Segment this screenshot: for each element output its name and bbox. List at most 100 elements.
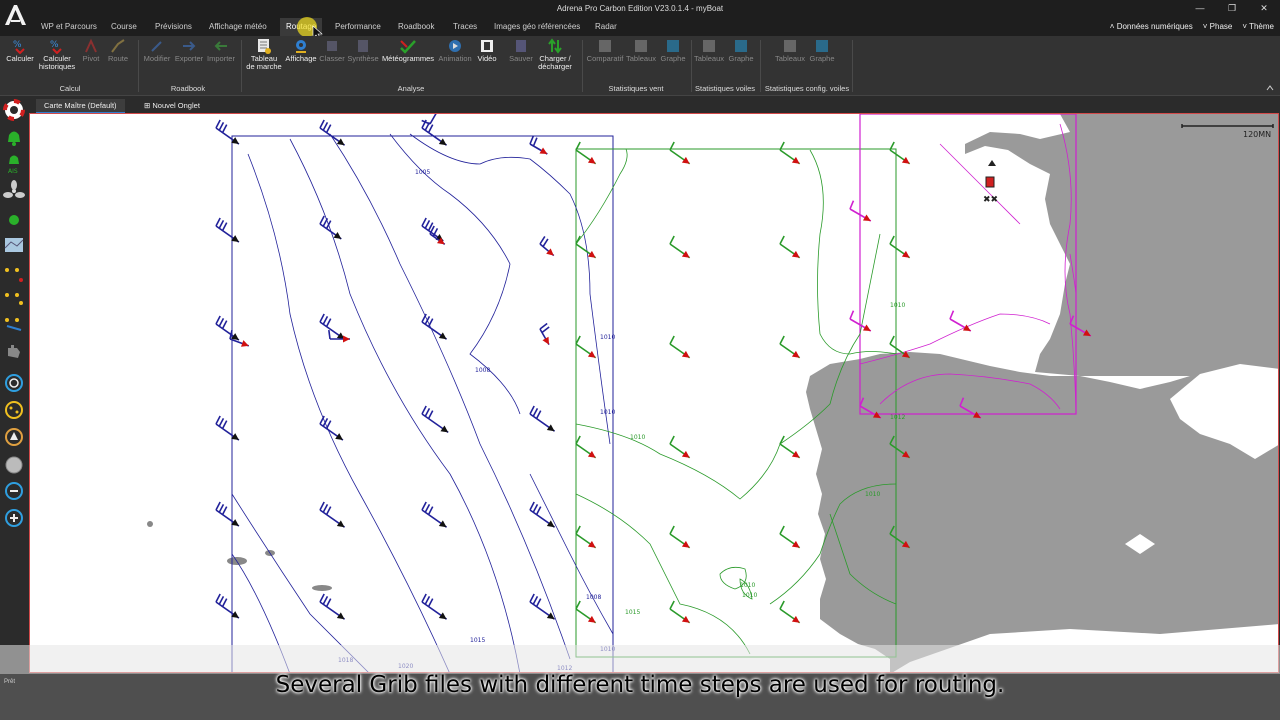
lifebuoy-icon[interactable] xyxy=(3,99,25,121)
maximize-button[interactable]: ❐ xyxy=(1216,0,1248,18)
video-caption: Several Grib files with different time s… xyxy=(275,672,1005,698)
modifier-button[interactable]: Modifier xyxy=(140,38,174,63)
close-button[interactable]: ✕ xyxy=(1248,0,1280,18)
tab-roadbook[interactable]: Roadbook xyxy=(392,18,440,36)
app-logo[interactable] xyxy=(0,0,30,30)
land-france xyxy=(965,114,1278,376)
route-icon xyxy=(110,38,126,54)
wind-barb xyxy=(319,593,346,620)
affichage-button[interactable]: Affichage xyxy=(283,38,319,63)
tab-nouvel-onglet[interactable]: ⊞ Nouvel Onglet xyxy=(136,99,208,114)
animation-button[interactable]: Animation xyxy=(436,38,474,63)
wind-barbs-grib-1 xyxy=(215,114,556,620)
tab-carte-maitre[interactable]: Carte Maître (Default) xyxy=(36,99,125,114)
zoom-in-icon[interactable] xyxy=(3,507,25,529)
donnees-numeriques-menu[interactable]: ˄ Données numériques xyxy=(1110,18,1193,36)
zoom-area-icon[interactable] xyxy=(3,372,25,394)
group-label-stats-config: Statistiques config. voiles xyxy=(764,84,850,93)
tab-previsions[interactable]: Prévisions xyxy=(149,18,198,36)
wind-barb xyxy=(421,114,437,125)
boat-marker[interactable]: ✖✖ xyxy=(983,160,998,205)
calculer-button[interactable]: % Calculer xyxy=(3,38,37,63)
tableaux-voiles-button[interactable]: Tableaux xyxy=(693,38,725,63)
graphe-vent-button[interactable]: Graphe xyxy=(657,38,689,63)
chevron-up-icon: ˄ xyxy=(1109,22,1117,31)
group-label-calcul: Calcul xyxy=(59,84,81,93)
pivot-button[interactable]: Pivot xyxy=(78,38,104,63)
title-bar: Adrena Pro Carbon Edition V23.0.1.4 - my… xyxy=(0,0,1280,18)
wind-barb xyxy=(575,235,597,259)
wind-barb xyxy=(215,501,240,527)
ais-alarm-icon[interactable]: AIS xyxy=(3,152,25,174)
wind-barb xyxy=(215,217,240,243)
play-icon xyxy=(447,38,463,54)
zoom-boat-icon[interactable] xyxy=(3,426,25,448)
charger-decharger-button[interactable]: Charger / décharger xyxy=(534,38,576,71)
waypoints-red-icon[interactable] xyxy=(3,262,25,284)
tableau-de-marche-button[interactable]: Tableau de marche xyxy=(244,38,284,71)
sauver-button[interactable]: Sauver xyxy=(506,38,536,63)
wind-barb xyxy=(215,415,240,441)
status-dot-icon[interactable] xyxy=(3,209,25,231)
wind-barb xyxy=(575,335,597,359)
group-label-analyse: Analyse xyxy=(397,84,425,93)
isobar-label: 1010 xyxy=(600,409,615,416)
meteogrammes-button[interactable]: Météogrammes xyxy=(380,38,436,63)
waypoints-yellow-icon[interactable] xyxy=(3,287,25,309)
wind-barb xyxy=(215,593,240,619)
tab-course[interactable]: Course xyxy=(105,18,143,36)
exporter-button[interactable]: Exporter xyxy=(173,38,205,63)
calculer-historiques-button[interactable]: % Calculer historiques xyxy=(36,38,78,71)
chart-map[interactable]: 1005 1008 1010 1010 1008 1010 1012 1015 … xyxy=(29,113,1279,673)
wind-barb xyxy=(779,235,801,259)
graph-icon xyxy=(665,38,681,54)
caption-band xyxy=(0,645,1280,675)
isobar-label: 1012 xyxy=(890,414,905,421)
tab-wp-parcours[interactable]: WP et Parcours xyxy=(35,18,103,36)
tableaux-vent-button[interactable]: Tableaux xyxy=(625,38,657,63)
classer-button[interactable]: Classer xyxy=(318,38,346,63)
synthese-button[interactable]: Synthèse xyxy=(346,38,380,63)
map-canvas[interactable]: 1005 1008 1010 1010 1008 1010 1012 1015 … xyxy=(30,114,1279,673)
group-label-stats-vent: Statistiques vent xyxy=(608,84,664,93)
load-unload-icon xyxy=(547,38,563,54)
svg-text:%: % xyxy=(13,40,22,50)
route-button[interactable]: Route xyxy=(104,38,132,63)
video-button[interactable]: Vidéo xyxy=(474,38,500,63)
map-tab-bar: Carte Maître (Default) ⊞ Nouvel Onglet xyxy=(30,98,1280,114)
phase-menu[interactable]: ˅ Phase xyxy=(1203,18,1233,36)
map-chart-icon[interactable] xyxy=(3,234,25,256)
wind-barb xyxy=(319,501,346,528)
graphe-config-button[interactable]: Graphe xyxy=(806,38,838,63)
theme-menu[interactable]: ˅ Thème xyxy=(1242,18,1274,36)
calculate-history-icon: % xyxy=(49,38,65,55)
tab-images-geo[interactable]: Images géo référencées xyxy=(488,18,586,36)
tab-radar[interactable]: Radar xyxy=(589,18,623,36)
display-gear-icon xyxy=(293,38,309,54)
tab-performance[interactable]: Performance xyxy=(329,18,387,36)
adrena-logo-icon xyxy=(5,5,26,25)
wind-barb xyxy=(319,313,346,340)
isobar-label: 1008 xyxy=(586,594,601,601)
wind-barb xyxy=(319,119,346,146)
tab-traces[interactable]: Traces xyxy=(447,18,483,36)
graphe-voiles-button[interactable]: Graphe xyxy=(725,38,757,63)
zoom-points-icon[interactable] xyxy=(3,399,25,421)
zoom-out-icon[interactable] xyxy=(3,480,25,502)
collapse-ribbon-icon[interactable] xyxy=(1266,84,1274,92)
wind-barb xyxy=(779,141,801,165)
comparatif-button[interactable]: Comparatif xyxy=(585,38,625,63)
ribbon: % Calculer % Calculer historiques Pivot … xyxy=(0,36,1280,96)
tab-affichage-meteo[interactable]: Affichage météo xyxy=(203,18,273,36)
tableaux-config-button[interactable]: Tableaux xyxy=(774,38,806,63)
propeller-icon[interactable] xyxy=(3,180,25,202)
minimize-button[interactable]: — xyxy=(1184,0,1216,18)
film-icon xyxy=(479,38,495,54)
waypoints-route-icon[interactable] xyxy=(3,312,25,334)
importer-button[interactable]: Importer xyxy=(205,38,237,63)
bell-alarm-icon[interactable] xyxy=(3,126,25,148)
isobar-label: 1010 xyxy=(865,491,880,498)
scale-label: 120MN xyxy=(1243,130,1271,139)
hand-pan-icon[interactable] xyxy=(3,340,25,362)
globe-icon[interactable] xyxy=(3,454,25,476)
